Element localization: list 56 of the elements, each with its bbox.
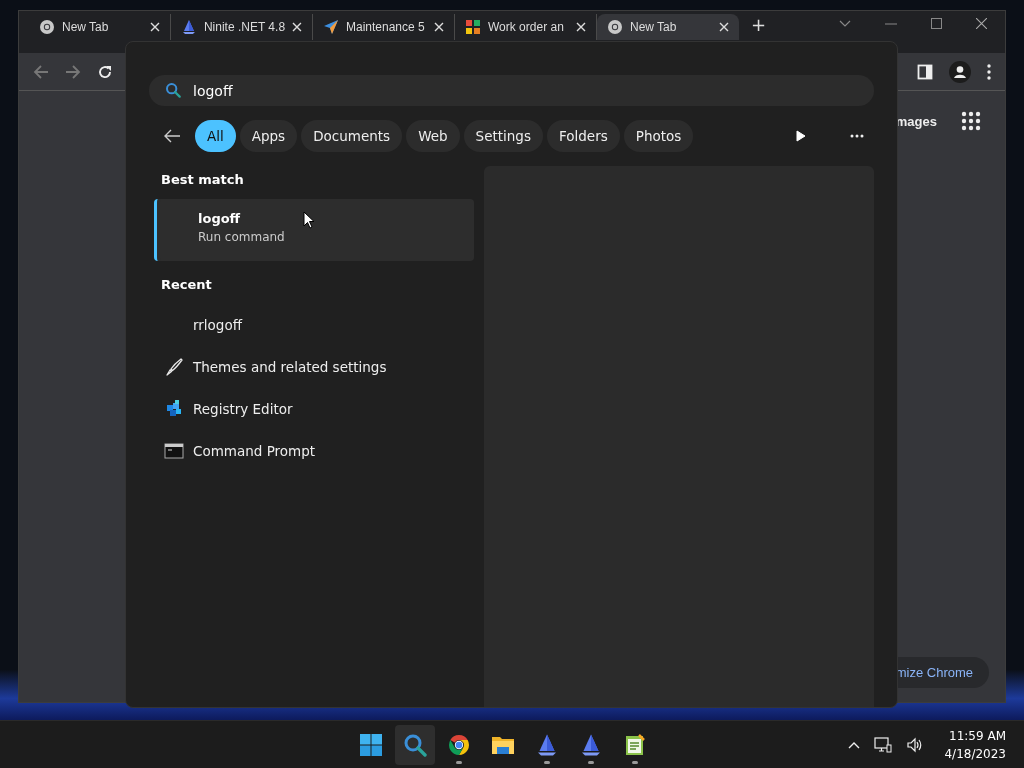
browser-tab[interactable]: Ninite .NET 4.8 xyxy=(171,14,313,40)
close-icon[interactable] xyxy=(976,18,987,29)
browser-tab[interactable]: New Tab xyxy=(597,14,739,40)
running-indicator xyxy=(588,760,594,764)
filter-chip[interactable]: Photos xyxy=(623,120,694,152)
play-icon[interactable] xyxy=(796,130,806,142)
running-indicator xyxy=(456,760,462,764)
filter-chip[interactable]: Folders xyxy=(546,120,620,152)
browser-tab[interactable]: Work order an xyxy=(455,14,597,40)
notepad-icon[interactable] xyxy=(623,732,647,757)
brush-icon xyxy=(164,357,184,377)
running-indicator xyxy=(544,760,550,764)
maximize-icon[interactable] xyxy=(931,18,942,29)
clock-date[interactable]: 4/18/2023 xyxy=(944,744,1006,763)
browser-tab[interactable]: New Tab xyxy=(29,14,171,40)
paper-plane-icon xyxy=(323,19,339,35)
console-icon xyxy=(164,441,184,461)
filter-chip[interactable]: All xyxy=(195,120,236,152)
back-arrow-icon[interactable] xyxy=(163,129,181,143)
mouse-cursor-icon xyxy=(303,211,315,229)
chrome-icon xyxy=(39,19,55,35)
chrome-icon xyxy=(447,732,471,757)
registry-cubes-icon xyxy=(164,399,184,419)
sailboat-icon xyxy=(181,19,197,35)
new-tab-button[interactable]: + xyxy=(739,14,779,36)
images-link[interactable]: mages xyxy=(895,113,937,129)
side-panel-icon[interactable] xyxy=(917,63,933,80)
result-item[interactable]: logoff Run command xyxy=(154,199,474,261)
recent-item[interactable]: rrlogoff xyxy=(154,304,474,346)
windows-start-icon[interactable] xyxy=(359,732,383,757)
clock-time[interactable]: 11:59 AM xyxy=(944,726,1006,745)
recent-item[interactable]: Registry Editor xyxy=(154,388,474,430)
chevron-up-icon[interactable] xyxy=(848,740,861,749)
filter-chip[interactable]: Documents xyxy=(301,120,403,152)
browser-tab[interactable]: Maintenance 5 xyxy=(313,14,455,40)
recent-item[interactable]: Themes and related settings xyxy=(154,346,474,388)
filter-chip[interactable]: Settings xyxy=(463,120,543,152)
search-icon[interactable] xyxy=(165,82,181,98)
filter-chip[interactable]: Web xyxy=(406,120,460,152)
section-heading: Recent xyxy=(160,276,213,294)
chrome-icon xyxy=(607,19,623,35)
section-heading: Best match xyxy=(160,171,245,189)
profile-icon[interactable] xyxy=(949,60,971,83)
apps-grid-icon[interactable] xyxy=(961,111,981,131)
reload-icon[interactable] xyxy=(97,63,113,80)
search-icon[interactable] xyxy=(403,732,427,757)
puzzle-icon xyxy=(465,19,481,35)
chevron-down-icon[interactable] xyxy=(839,19,851,28)
recent-item[interactable]: Command Prompt xyxy=(154,430,474,472)
running-indicator xyxy=(632,760,638,764)
menu-dots-icon[interactable] xyxy=(987,63,991,80)
search-field[interactable]: logoff xyxy=(149,75,874,106)
filter-chip[interactable]: Apps xyxy=(239,120,298,152)
network-icon[interactable] xyxy=(874,736,893,753)
forward-arrow-icon[interactable] xyxy=(65,63,81,80)
more-dots-icon[interactable] xyxy=(850,134,864,138)
